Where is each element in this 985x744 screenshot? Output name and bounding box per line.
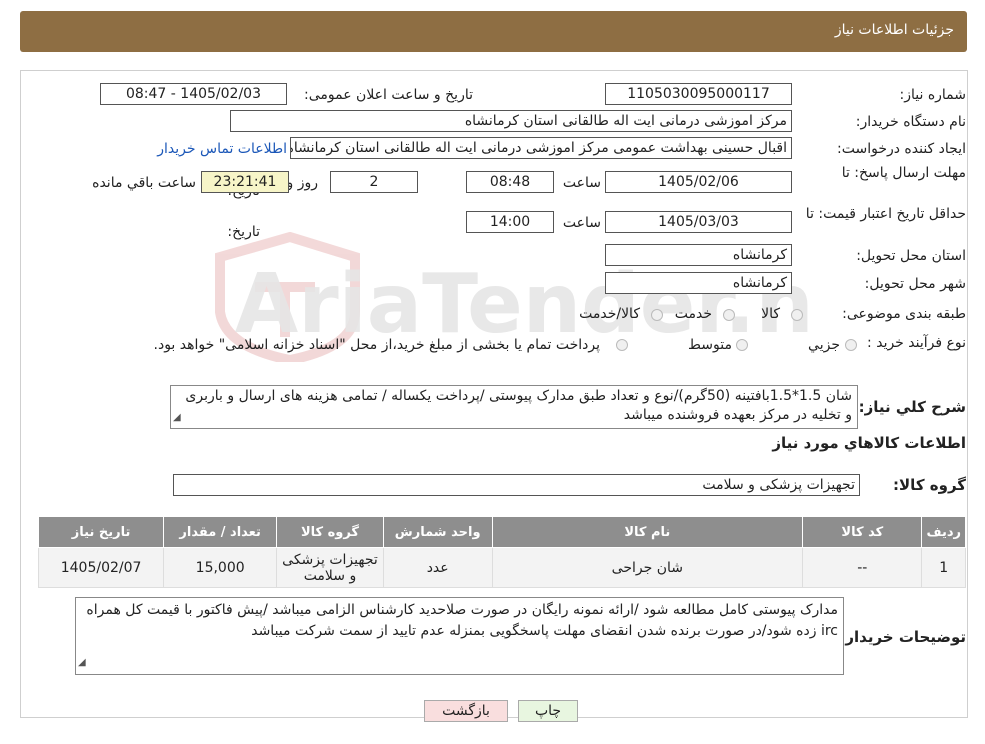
items-table-header-row: ردیف کد کالا نام کالا واحد شمارش گروه کا… xyxy=(37,516,966,548)
need-number-label: شماره نیاز: xyxy=(899,87,967,103)
description-textarea[interactable]: شان 1.5*1.5بافتینه (50گرم)/نوع و تعداد ط… xyxy=(170,385,858,429)
need-number-field: 1105030095000117 xyxy=(605,83,792,105)
process-medium-radio[interactable] xyxy=(736,339,748,351)
cell-code: -- xyxy=(802,547,923,588)
process-minor-radio[interactable] xyxy=(845,339,857,351)
col-header-unit: واحد شمارش xyxy=(382,516,493,548)
col-header-name: نام کالا xyxy=(491,516,804,548)
cell-row-number: 1 xyxy=(921,547,966,588)
cell-qty: 15,000 xyxy=(163,547,278,588)
goods-section-title: اطلاعات کالاهاي مورد نیاز xyxy=(772,434,966,452)
col-header-qty: تعداد / مقدار xyxy=(163,516,278,548)
province-field: کرمانشاه xyxy=(605,244,792,266)
cell-date: 1405/02/07 xyxy=(37,547,165,588)
remaining-time-field: 23:21:41 xyxy=(201,171,289,193)
category-goods-label: کالا xyxy=(761,306,780,322)
page-header: جزئیات اطلاعات نیاز xyxy=(20,11,967,52)
category-goods-service-radio[interactable] xyxy=(651,309,663,321)
page-title: جزئیات اطلاعات نیاز xyxy=(834,22,954,38)
cell-unit: عدد xyxy=(382,547,493,588)
category-service-label: خدمت xyxy=(674,306,712,322)
remaining-label: ساعت باقي مانده xyxy=(92,175,196,191)
category-goods-service-label: کالا/خدمت xyxy=(579,306,640,322)
buyer-notes-label: توضیحات خریدار: xyxy=(839,628,966,646)
city-label: شهر محل تحویل: xyxy=(864,276,966,292)
col-header-code: کد کالا xyxy=(802,516,923,548)
buyer-org-label: نام دستگاه خریدار: xyxy=(855,114,966,130)
cell-group: تجهیزات پزشکی و سلامت xyxy=(276,547,384,588)
resize-grip-icon[interactable]: ◢ xyxy=(173,408,181,427)
description-text: شان 1.5*1.5بافتینه (50گرم)/نوع و تعداد ط… xyxy=(185,388,852,423)
city-field: کرمانشاه xyxy=(605,272,792,294)
description-label: شرح کلي نیاز: xyxy=(858,398,966,416)
remaining-days-field: 2 xyxy=(330,171,418,193)
deadline-label: مهلت ارسال پاسخ: تا xyxy=(841,165,966,181)
creator-field: اقبال حسینی بهداشت عمومی مرکز اموزشی درم… xyxy=(290,137,792,159)
province-label: استان محل تحویل: xyxy=(856,248,966,264)
deadline-date-field: 1405/02/06 xyxy=(605,171,792,193)
col-header-row-number: ردیف xyxy=(921,516,966,548)
days-label: روز و xyxy=(286,175,319,191)
category-label: طبقه بندی موضوعی: xyxy=(842,306,966,322)
validity-label-date: تاریخ: xyxy=(227,224,260,240)
process-label: نوع فرآیند خرید : xyxy=(867,335,966,351)
cell-name: شان جراحی xyxy=(491,547,804,588)
announce-datetime-field: 1405/02/03 - 08:47 xyxy=(100,83,287,105)
treasury-payment-note: پرداخت تمام یا بخشی از مبلغ خرید،از محل … xyxy=(153,337,600,353)
buyer-org-field: مرکز اموزشی درمانی ایت اله طالقانی استان… xyxy=(230,110,792,132)
announce-label: تاریخ و ساعت اعلان عمومی: xyxy=(304,87,473,103)
items-table: ردیف کد کالا نام کالا واحد شمارش گروه کا… xyxy=(37,516,966,588)
col-header-group: گروه کالا xyxy=(276,516,384,548)
table-row: 1 -- شان جراحی عدد تجهیزات پزشکی و سلامت… xyxy=(37,547,966,588)
goods-group-label: گروه کالا: xyxy=(893,476,966,494)
category-goods-radio[interactable] xyxy=(791,309,803,321)
back-button[interactable]: بازگشت xyxy=(424,700,508,722)
deadline-time-label: ساعت xyxy=(562,175,601,191)
creator-label: ایجاد کننده درخواست: xyxy=(837,141,966,157)
deadline-time-field: 08:48 xyxy=(466,171,554,193)
validity-date-field: 1405/03/03 xyxy=(605,211,792,233)
resize-grip-icon[interactable]: ◢ xyxy=(78,652,86,673)
treasury-payment-checkbox[interactable] xyxy=(616,339,628,351)
buyer-notes-textarea[interactable]: مدارک پیوستی کامل مطالعه شود /ارائه نمون… xyxy=(75,597,844,675)
col-header-date: تاریخ نیاز xyxy=(37,516,165,548)
print-button[interactable]: چاپ xyxy=(518,700,578,722)
goods-group-field: تجهیزات پزشکی و سلامت xyxy=(173,474,860,496)
buyer-contact-link[interactable]: اطلاعات تماس خریدار xyxy=(157,141,287,157)
category-service-radio[interactable] xyxy=(723,309,735,321)
validity-time-label: ساعت xyxy=(562,215,601,231)
validity-label: حداقل تاریخ اعتبار قیمت: تا xyxy=(805,206,966,222)
buyer-notes-text: مدارک پیوستی کامل مطالعه شود /ارائه نمون… xyxy=(86,602,838,639)
validity-time-field: 14:00 xyxy=(466,211,554,233)
process-minor-label: جزیي xyxy=(808,337,840,353)
process-medium-label: متوسط xyxy=(688,337,732,353)
